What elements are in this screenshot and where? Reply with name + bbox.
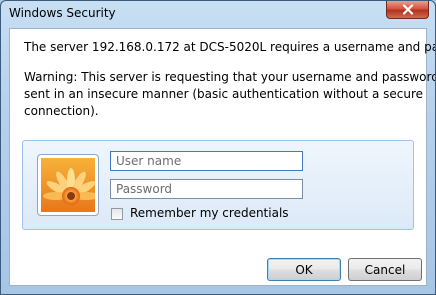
windows-security-dialog: Windows Security The server 192.168.0.17… xyxy=(0,0,436,295)
window-title: Windows Security xyxy=(9,6,116,20)
ok-button[interactable]: OK xyxy=(267,258,341,281)
username-field[interactable] xyxy=(110,151,303,171)
dialog-content: The server 192.168.0.172 at DCS-5020L re… xyxy=(9,28,435,286)
close-button[interactable] xyxy=(386,1,429,19)
remember-credentials-label[interactable]: Remember my credentials xyxy=(130,206,289,220)
remember-credentials-checkbox[interactable] xyxy=(111,208,123,220)
warning-line: Warning: This server is requesting that … xyxy=(24,70,436,84)
credential-tile: Remember my credentials xyxy=(22,140,414,230)
flower-avatar-icon xyxy=(41,158,95,212)
server-message: The server 192.168.0.172 at DCS-5020L re… xyxy=(24,40,435,54)
password-field[interactable] xyxy=(110,179,303,199)
title-bar[interactable]: Windows Security xyxy=(1,1,435,25)
cancel-button[interactable]: Cancel xyxy=(348,258,422,281)
avatar xyxy=(37,154,99,216)
close-icon xyxy=(402,4,413,15)
warning-line: connection). xyxy=(24,104,99,118)
warning-line: sent in an insecure manner (basic authen… xyxy=(24,87,423,101)
warning-message: Warning: This server is requesting that … xyxy=(24,69,436,120)
